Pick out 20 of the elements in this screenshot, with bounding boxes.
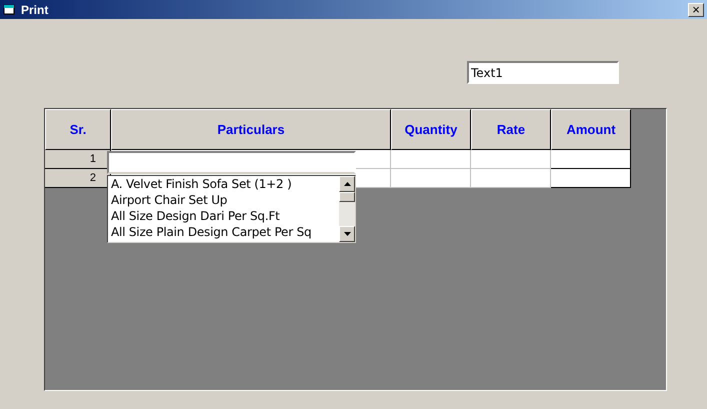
list-item[interactable]: All Size Design Dari Per Sq.Ft — [111, 208, 339, 224]
scroll-thumb[interactable] — [339, 192, 355, 202]
column-header: Rate — [471, 109, 551, 150]
combo-input[interactable] — [107, 151, 356, 174]
column-header: Sr. — [45, 109, 111, 150]
scrollbar[interactable] — [339, 176, 355, 242]
list-item[interactable]: Airport Chair Set Up — [111, 192, 339, 208]
column-header: Amount — [551, 109, 631, 150]
window-title: Print — [21, 2, 48, 18]
scroll-down-icon[interactable] — [339, 226, 355, 242]
scroll-up-icon[interactable] — [339, 176, 355, 192]
row-header: 2 — [45, 169, 111, 188]
list-item[interactable]: All Size Plain Design Carpet Per Sq — [111, 224, 339, 240]
row-header: 1 — [45, 150, 111, 169]
window-icon — [3, 4, 17, 16]
column-header: Particulars — [111, 109, 391, 150]
close-button[interactable]: × — [688, 2, 704, 16]
column-header: Quantity — [391, 109, 471, 150]
list-item[interactable]: A. Velvet Finish Sofa Set (1+2 ) — [111, 176, 339, 192]
text-field[interactable]: Text1 — [467, 61, 619, 84]
